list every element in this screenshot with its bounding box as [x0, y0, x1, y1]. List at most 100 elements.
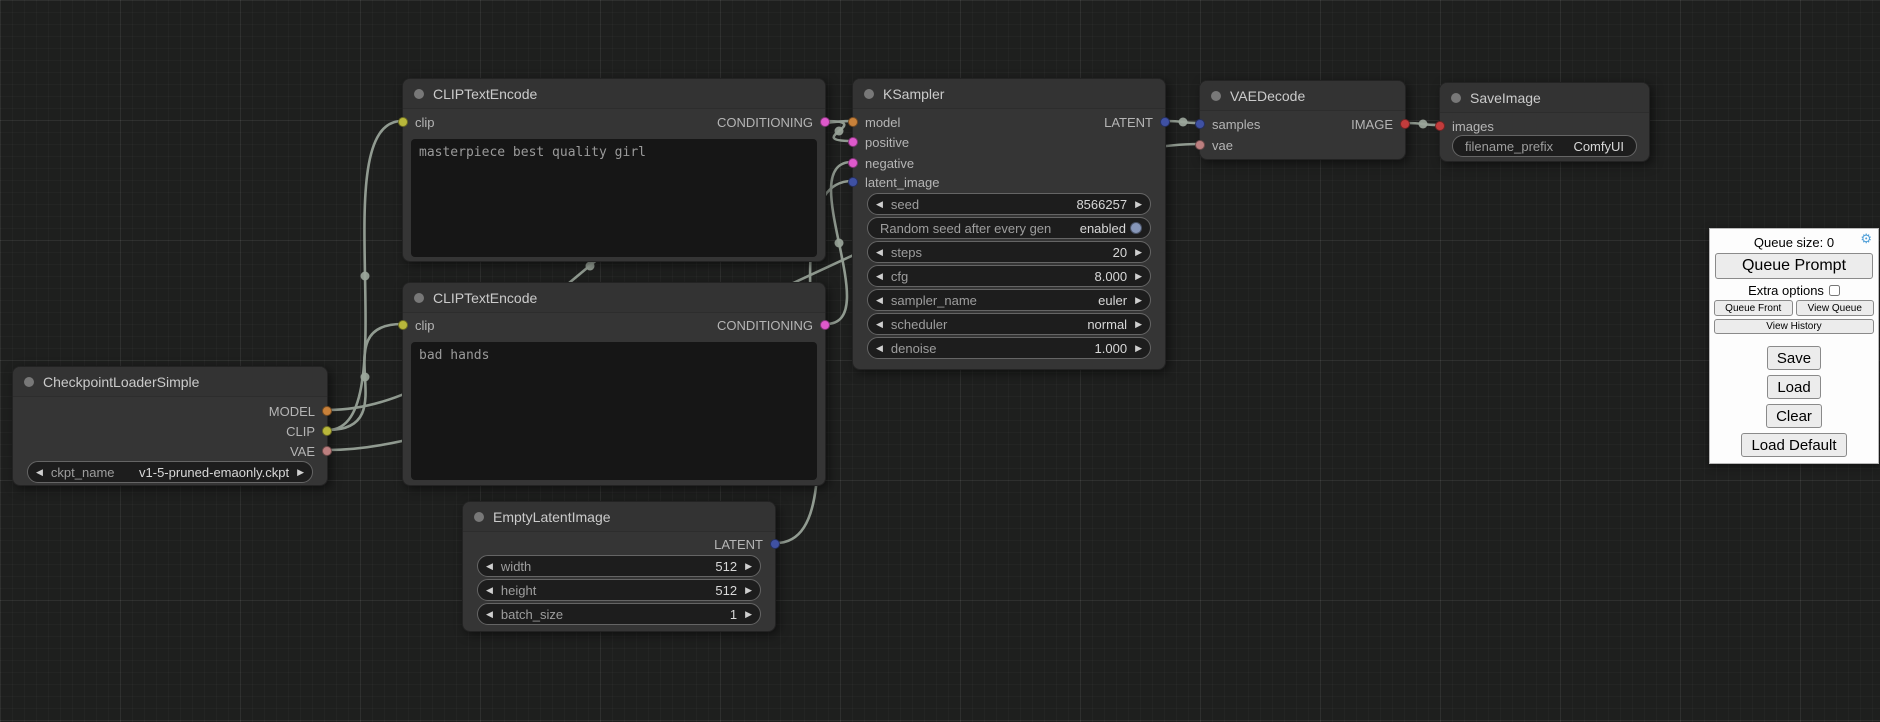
- combo-right-arrow-icon[interactable]: ▶: [1135, 296, 1142, 305]
- vae-decode-output-image[interactable]: IMAGE: [1351, 114, 1410, 134]
- decrement-arrow-icon[interactable]: ◀: [876, 344, 883, 353]
- checkpoint-output-model[interactable]: MODEL: [269, 401, 332, 421]
- node-ksampler[interactable]: KSampler model positive negative latent_…: [852, 78, 1166, 370]
- node-clip-text-encode-positive[interactable]: CLIPTextEncode clip CONDITIONING masterp…: [402, 78, 826, 262]
- settings-gear-icon[interactable]: ⚙: [1860, 232, 1872, 245]
- node-collapse-dot-icon[interactable]: [1451, 93, 1461, 103]
- combo-left-arrow-icon[interactable]: ◀: [876, 320, 883, 329]
- queue-prompt-button[interactable]: Queue Prompt: [1715, 253, 1873, 279]
- sampler-name-widget[interactable]: ◀ sampler_name euler ▶: [867, 289, 1151, 311]
- save-image-titlebar[interactable]: SaveImage: [1440, 83, 1649, 113]
- node-vae-decode[interactable]: VAEDecode samples vae IMAGE: [1199, 80, 1406, 160]
- node-collapse-dot-icon[interactable]: [414, 293, 424, 303]
- latent-port-dot-icon[interactable]: [848, 177, 858, 187]
- seed-widget[interactable]: ◀ seed 8566257 ▶: [867, 193, 1151, 215]
- ksampler-titlebar[interactable]: KSampler: [853, 79, 1165, 109]
- node-save-image[interactable]: SaveImage images filename_prefix ComfyUI: [1439, 82, 1650, 162]
- increment-arrow-icon[interactable]: ▶: [745, 562, 752, 571]
- filename-prefix-widget[interactable]: filename_prefix ComfyUI: [1452, 135, 1637, 157]
- combo-left-arrow-icon[interactable]: ◀: [36, 468, 43, 477]
- model-port-dot-icon[interactable]: [322, 406, 332, 416]
- height-widget[interactable]: ◀ height 512 ▶: [477, 579, 761, 601]
- clip-encode-positive-titlebar[interactable]: CLIPTextEncode: [403, 79, 825, 109]
- empty-latent-output-latent[interactable]: LATENT: [714, 534, 780, 554]
- empty-latent-titlebar[interactable]: EmptyLatentImage: [463, 502, 775, 532]
- random-seed-toggle-widget[interactable]: Random seed after every gen enabled: [867, 217, 1151, 239]
- combo-left-arrow-icon[interactable]: ◀: [876, 296, 883, 305]
- node-collapse-dot-icon[interactable]: [1211, 91, 1221, 101]
- extra-options-checkbox[interactable]: [1829, 285, 1840, 296]
- node-empty-latent-image[interactable]: EmptyLatentImage LATENT ◀ width 512 ▶ ◀ …: [462, 501, 776, 632]
- clip-neg-input-clip[interactable]: clip: [398, 315, 435, 335]
- increment-arrow-icon[interactable]: ▶: [1135, 344, 1142, 353]
- ksampler-input-model[interactable]: model: [848, 112, 900, 132]
- node-collapse-dot-icon[interactable]: [414, 89, 424, 99]
- vae-decode-titlebar[interactable]: VAEDecode: [1200, 81, 1405, 111]
- view-queue-button[interactable]: View Queue: [1796, 300, 1875, 316]
- clear-button[interactable]: Clear: [1766, 404, 1822, 428]
- node-checkpoint-loader[interactable]: CheckpointLoaderSimple MODEL CLIP VAE ◀ …: [12, 366, 328, 486]
- ksampler-output-latent[interactable]: LATENT: [1104, 112, 1170, 132]
- increment-arrow-icon[interactable]: ▶: [745, 610, 752, 619]
- conditioning-port-dot-icon[interactable]: [820, 320, 830, 330]
- conditioning-port-dot-icon[interactable]: [848, 158, 858, 168]
- increment-arrow-icon[interactable]: ▶: [1135, 200, 1142, 209]
- toggle-on-icon[interactable]: [1130, 222, 1142, 234]
- clip-port-dot-icon[interactable]: [398, 320, 408, 330]
- decrement-arrow-icon[interactable]: ◀: [486, 610, 493, 619]
- conditioning-port-dot-icon[interactable]: [820, 117, 830, 127]
- conditioning-port-dot-icon[interactable]: [848, 137, 858, 147]
- clip-pos-input-clip[interactable]: clip: [398, 112, 435, 132]
- latent-port-dot-icon[interactable]: [1160, 117, 1170, 127]
- decrement-arrow-icon[interactable]: ◀: [486, 562, 493, 571]
- node-collapse-dot-icon[interactable]: [24, 377, 34, 387]
- denoise-widget[interactable]: ◀ denoise 1.000 ▶: [867, 337, 1151, 359]
- vae-decode-input-samples[interactable]: samples: [1195, 114, 1260, 134]
- decrement-arrow-icon[interactable]: ◀: [876, 272, 883, 281]
- checkpoint-output-vae[interactable]: VAE: [290, 441, 332, 461]
- combo-right-arrow-icon[interactable]: ▶: [297, 468, 304, 477]
- vae-decode-input-vae[interactable]: vae: [1195, 135, 1233, 155]
- ksampler-input-negative[interactable]: negative: [848, 153, 914, 173]
- batch-size-widget[interactable]: ◀ batch_size 1 ▶: [477, 603, 761, 625]
- ckpt-name-widget[interactable]: ◀ ckpt_name v1-5-pruned-emaonly.ckpt ▶: [27, 461, 313, 483]
- clip-encode-negative-titlebar[interactable]: CLIPTextEncode: [403, 283, 825, 313]
- image-port-dot-icon[interactable]: [1435, 121, 1445, 131]
- clip-pos-output-conditioning[interactable]: CONDITIONING: [717, 112, 830, 132]
- steps-widget[interactable]: ◀ steps 20 ▶: [867, 241, 1151, 263]
- load-default-button[interactable]: Load Default: [1741, 433, 1846, 457]
- clip-neg-output-conditioning[interactable]: CONDITIONING: [717, 315, 830, 335]
- decrement-arrow-icon[interactable]: ◀: [486, 586, 493, 595]
- decrement-arrow-icon[interactable]: ◀: [876, 200, 883, 209]
- checkpoint-titlebar[interactable]: CheckpointLoaderSimple: [13, 367, 327, 397]
- clip-port-dot-icon[interactable]: [322, 426, 332, 436]
- vae-port-dot-icon[interactable]: [322, 446, 332, 456]
- vae-port-dot-icon[interactable]: [1195, 140, 1205, 150]
- node-collapse-dot-icon[interactable]: [864, 89, 874, 99]
- negative-prompt-textarea[interactable]: bad hands: [411, 342, 817, 480]
- decrement-arrow-icon[interactable]: ◀: [876, 248, 883, 257]
- scheduler-widget[interactable]: ◀ scheduler normal ▶: [867, 313, 1151, 335]
- latent-port-dot-icon[interactable]: [1195, 119, 1205, 129]
- checkpoint-output-clip[interactable]: CLIP: [286, 421, 332, 441]
- increment-arrow-icon[interactable]: ▶: [1135, 248, 1142, 257]
- ksampler-input-latent-image[interactable]: latent_image: [848, 172, 939, 192]
- load-button[interactable]: Load: [1767, 375, 1820, 399]
- ksampler-input-positive[interactable]: positive: [848, 132, 909, 152]
- combo-right-arrow-icon[interactable]: ▶: [1135, 320, 1142, 329]
- node-collapse-dot-icon[interactable]: [474, 512, 484, 522]
- increment-arrow-icon[interactable]: ▶: [1135, 272, 1142, 281]
- width-widget[interactable]: ◀ width 512 ▶: [477, 555, 761, 577]
- positive-prompt-textarea[interactable]: masterpiece best quality girl: [411, 139, 817, 257]
- image-port-dot-icon[interactable]: [1400, 119, 1410, 129]
- model-port-dot-icon[interactable]: [848, 117, 858, 127]
- view-history-button[interactable]: View History: [1714, 319, 1874, 334]
- clip-port-dot-icon[interactable]: [398, 117, 408, 127]
- increment-arrow-icon[interactable]: ▶: [745, 586, 752, 595]
- queue-front-button[interactable]: Queue Front: [1714, 300, 1793, 316]
- cfg-widget[interactable]: ◀ cfg 8.000 ▶: [867, 265, 1151, 287]
- save-image-input-images[interactable]: images: [1435, 116, 1494, 136]
- node-clip-text-encode-negative[interactable]: CLIPTextEncode clip CONDITIONING bad han…: [402, 282, 826, 486]
- latent-port-dot-icon[interactable]: [770, 539, 780, 549]
- save-button[interactable]: Save: [1767, 346, 1821, 370]
